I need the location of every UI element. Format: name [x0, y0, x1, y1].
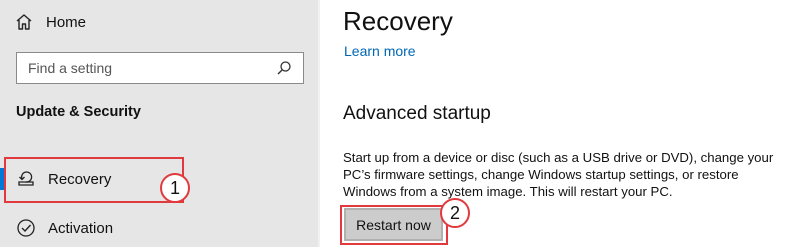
advanced-startup-title: Advanced startup: [343, 103, 491, 124]
restart-now-button[interactable]: Restart now: [344, 208, 443, 241]
recovery-icon: [18, 171, 34, 186]
sidebar-item-label: Recovery: [48, 170, 112, 188]
selected-indicator: [0, 168, 4, 190]
step-badge-1: 1: [160, 173, 190, 203]
activation-icon: [17, 219, 35, 237]
learn-more-link[interactable]: Learn more: [344, 43, 416, 59]
search-box[interactable]: Find a setting: [16, 52, 304, 84]
search-input[interactable]: Find a setting: [28, 60, 112, 76]
sidebar-item-label: Activation: [48, 219, 114, 237]
step-badge-2: 2: [440, 198, 470, 228]
search-icon[interactable]: [276, 60, 292, 76]
section-title: Update & Security: [16, 104, 141, 120]
home-icon: [16, 14, 32, 30]
sidebar-item-recovery[interactable]: Recovery: [0, 158, 300, 200]
sidebar-item-activation[interactable]: Activation: [0, 207, 300, 249]
advanced-startup-description: Start up from a device or disc (such as …: [343, 150, 774, 199]
sidebar: Home Find a setting Update & Security Re…: [0, 0, 320, 247]
home-label: Home: [46, 13, 87, 31]
nav-home[interactable]: Home: [10, 8, 210, 36]
page-title: Recovery: [343, 6, 453, 36]
